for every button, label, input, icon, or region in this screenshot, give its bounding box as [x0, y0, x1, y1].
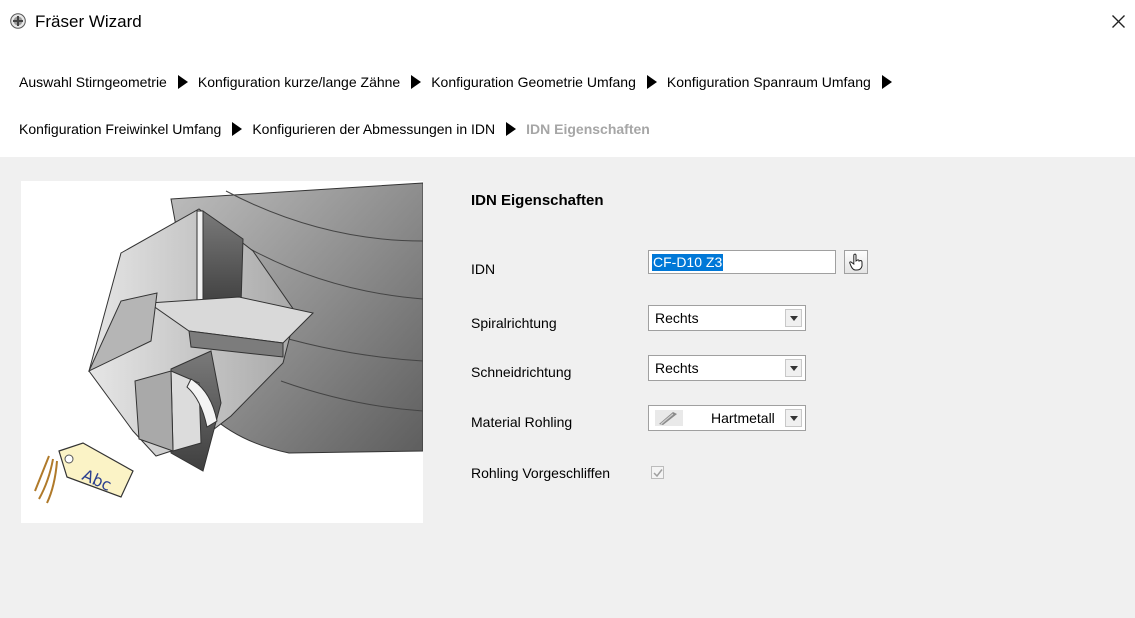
tool-preview-image: Abc	[21, 181, 423, 523]
window-title: Fräser Wizard	[35, 12, 142, 31]
label-tag-icon: Abc	[34, 442, 134, 504]
step-freiwinkel-umfang[interactable]: Konfiguration Freiwinkel Umfang	[19, 120, 221, 138]
spiral-direction-value: Rechts	[655, 310, 699, 326]
cut-direction-select[interactable]: Rechts	[648, 355, 806, 381]
pre-ground-checkbox[interactable]	[651, 466, 664, 479]
end-mill-illustration: Abc	[34, 182, 423, 504]
chevron-down-icon	[785, 359, 802, 377]
cut-direction-value: Rechts	[655, 360, 699, 376]
material-select[interactable]: Hartmetall	[648, 405, 806, 431]
hand-pointer-icon	[849, 253, 863, 271]
content-panel: Abc IDN Eigenschaften IDN CF-D10 Z3 Spir…	[0, 157, 1135, 618]
step-auswahl-stirngeometrie[interactable]: Auswahl Stirngeometrie	[19, 73, 167, 91]
step-arrow-icon	[881, 75, 892, 89]
material-label: Material Rohling	[471, 414, 573, 430]
app-logo-icon	[10, 13, 26, 29]
breadcrumb: Konfiguration Freiwinkel Umfang Konfigur…	[19, 120, 650, 138]
step-kurze-lange-zaehne[interactable]: Konfiguration kurze/lange Zähne	[198, 73, 400, 91]
idn-label: IDN	[471, 261, 496, 277]
step-arrow-icon	[232, 122, 243, 136]
close-button[interactable]	[1101, 5, 1135, 37]
step-abmessungen-idn[interactable]: Konfigurieren der Abmessungen in IDN	[252, 120, 495, 138]
close-icon	[1112, 15, 1125, 28]
title-bar: Fräser Wizard	[0, 0, 1135, 48]
step-geometrie-umfang[interactable]: Konfiguration Geometrie Umfang	[431, 73, 636, 91]
step-arrow-icon	[411, 75, 422, 89]
breadcrumb: Auswahl Stirngeometrie Konfiguration kur…	[19, 73, 902, 91]
step-arrow-icon	[646, 75, 657, 89]
spiral-label: Spiralrichtung	[471, 315, 557, 331]
idn-pick-button[interactable]	[844, 250, 868, 274]
step-arrow-icon	[177, 75, 188, 89]
material-value: Hartmetall	[711, 410, 775, 426]
idn-value-selected: CF-D10 Z3	[652, 254, 724, 271]
pre-ground-label: Rohling Vorgeschliffen	[471, 465, 611, 481]
step-spanraum-umfang[interactable]: Konfiguration Spanraum Umfang	[667, 73, 871, 91]
wizard-window: Fräser Wizard Auswahl Stirngeometrie Kon…	[0, 0, 1135, 618]
step-idn-eigenschaften: IDN Eigenschaften	[526, 121, 650, 137]
spiral-direction-select[interactable]: Rechts	[648, 305, 806, 331]
section-title: IDN Eigenschaften	[471, 192, 604, 209]
material-icon	[655, 410, 683, 431]
checkmark-icon	[653, 469, 663, 478]
chevron-down-icon	[785, 309, 802, 327]
idn-input[interactable]: CF-D10 Z3	[648, 250, 836, 274]
step-arrow-icon	[506, 122, 517, 136]
chevron-down-icon	[785, 409, 802, 427]
cut-label: Schneidrichtung	[471, 364, 572, 380]
